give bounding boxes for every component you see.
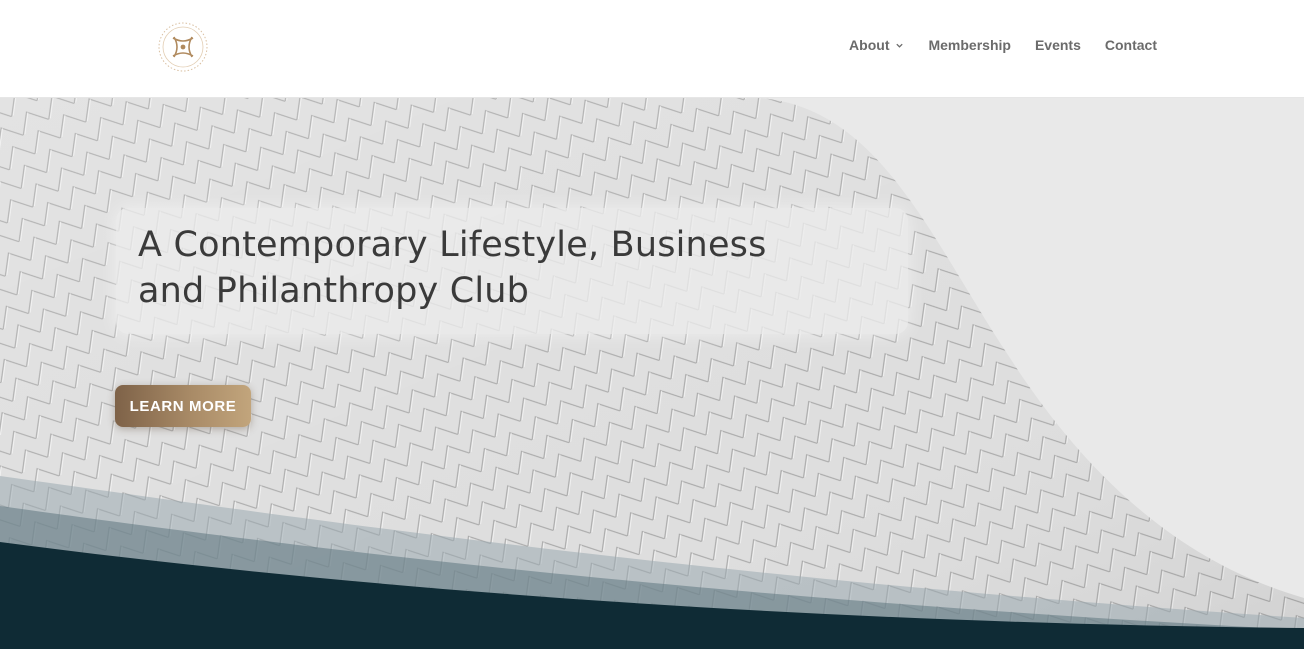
hero-headline-line2: and Philanthropy Club bbox=[138, 271, 530, 311]
learn-more-button[interactable]: LEARN MORE bbox=[115, 385, 251, 427]
chevron-down-icon bbox=[896, 43, 904, 48]
headline-panel: A Contemporary Lifestyle, Business and P… bbox=[116, 208, 908, 334]
nav-item-about[interactable]: About bbox=[849, 37, 904, 53]
nav-item-contact-label: Contact bbox=[1104, 37, 1157, 53]
nav-item-contact[interactable]: Contact bbox=[1105, 37, 1157, 53]
nav-item-about-label: About bbox=[849, 37, 890, 53]
nav-item-membership-label: Membership bbox=[928, 37, 1011, 53]
club-emblem-icon bbox=[158, 22, 208, 72]
main-nav: About Membership Events Contact bbox=[849, 37, 1157, 53]
nav-item-events[interactable]: Events bbox=[1035, 37, 1081, 53]
nav-item-membership[interactable]: Membership bbox=[928, 37, 1010, 53]
nav-item-events-label: Events bbox=[1034, 37, 1081, 53]
hero-section: A Contemporary Lifestyle, Business and P… bbox=[0, 98, 1304, 649]
hero-headline-line1: A Contemporary Lifestyle, Business bbox=[138, 225, 767, 265]
logo[interactable] bbox=[156, 20, 210, 74]
hero-headline: A Contemporary Lifestyle, Business and P… bbox=[138, 222, 878, 314]
site-header: About Membership Events Contact bbox=[0, 0, 1304, 98]
hero-background-image bbox=[0, 98, 1304, 649]
